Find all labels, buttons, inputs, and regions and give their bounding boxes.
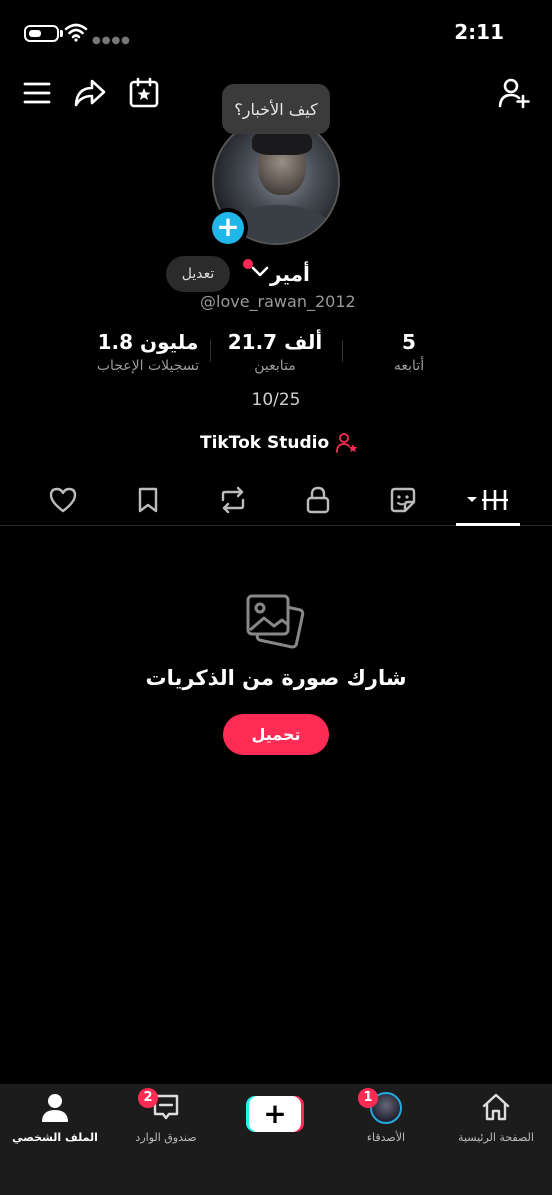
upload-button[interactable]: تحميل — [223, 714, 329, 755]
profile-icon — [42, 1094, 68, 1122]
likes-label: تسجيلات الإعجاب — [96, 358, 200, 374]
nav-profile[interactable]: الملف الشخصي — [10, 1084, 100, 1154]
divider — [210, 340, 211, 362]
user-star-icon — [336, 433, 358, 453]
plus-icon: + — [212, 212, 244, 244]
profile-screen: ●●●● 2:11 كيف الأخبار؟ + تعديل أمير @lov… — [0, 0, 552, 1195]
nav-home[interactable]: الصفحة الرئيسية — [446, 1084, 546, 1154]
tab-videos[interactable] — [462, 484, 512, 516]
wifi-icon — [64, 23, 88, 42]
inbox-badge: 2 — [138, 1088, 158, 1108]
calendar-star-icon[interactable] — [128, 77, 160, 109]
username: @love_rawan_2012 — [200, 292, 356, 311]
add-user-icon[interactable] — [498, 77, 530, 109]
nav-friends-label: الأصدقاء — [366, 1131, 406, 1144]
photos-icon — [246, 594, 305, 649]
tiktok-studio-link[interactable]: TikTok Studio — [200, 430, 359, 456]
studio-label: TikTok Studio — [200, 433, 330, 453]
status-bubble[interactable]: كيف الأخبار؟ — [222, 84, 330, 134]
display-name[interactable]: أمير — [270, 262, 310, 286]
battery-icon — [24, 25, 59, 42]
tab-reposts[interactable] — [216, 484, 250, 516]
following-stat[interactable]: 5 أتابعه — [378, 330, 440, 374]
date-text: 10/25 — [251, 390, 301, 410]
lock-icon — [306, 486, 330, 514]
home-icon — [482, 1093, 510, 1121]
add-story-button[interactable]: + — [208, 208, 248, 248]
tab-liked[interactable] — [46, 484, 80, 516]
repost-icon — [221, 486, 245, 514]
likes-stat[interactable]: 1.8 مليون تسجيلات الإعجاب — [78, 330, 218, 374]
tab-stickers[interactable] — [386, 484, 420, 516]
videos-grid-icon — [467, 490, 508, 510]
tab-private[interactable] — [301, 484, 335, 516]
divider — [342, 340, 343, 362]
create-button[interactable]: + — [246, 1096, 304, 1132]
chevron-down-icon[interactable] — [251, 265, 269, 277]
plus-icon: + — [249, 1096, 301, 1132]
nav-create[interactable]: + — [246, 1084, 306, 1154]
nav-home-label: الصفحة الرئيسية — [458, 1131, 534, 1144]
edit-profile-button[interactable]: تعديل — [166, 256, 230, 292]
share-icon[interactable] — [73, 77, 107, 109]
bookmark-icon — [138, 487, 158, 513]
sticker-icon — [390, 487, 416, 513]
empty-state-title: شارك صورة من الذكريات — [145, 666, 407, 690]
battery-cap — [60, 30, 63, 37]
following-count: 5 — [402, 330, 416, 354]
friends-badge: 1 — [358, 1088, 378, 1108]
nav-inbox[interactable]: 2 صندوق الوارد — [124, 1084, 208, 1154]
bottom-nav: الملف الشخصي 2 صندوق الوارد + 1 الأصدقاء — [0, 1084, 552, 1195]
likes-count: 1.8 مليون — [97, 330, 199, 354]
nav-inbox-label: صندوق الوارد — [135, 1131, 197, 1144]
status-bar: ●●●● 2:11 — [0, 0, 552, 64]
signal-dots-icon: ●●●● — [92, 35, 131, 46]
clock: 2:11 — [454, 20, 504, 44]
menu-icon[interactable] — [22, 77, 52, 107]
followers-label: متابعين — [254, 358, 296, 374]
tab-favorites[interactable] — [131, 484, 165, 516]
following-label: أتابعه — [393, 358, 425, 374]
followers-count: 21.7 ألف — [227, 330, 323, 354]
active-tab-indicator — [456, 523, 520, 526]
nav-friends[interactable]: 1 الأصدقاء — [346, 1084, 426, 1154]
content-tabs — [0, 474, 552, 526]
nav-profile-label: الملف الشخصي — [12, 1131, 98, 1144]
followers-stat[interactable]: 21.7 ألف متابعين — [222, 330, 328, 374]
heart-icon — [49, 487, 77, 513]
